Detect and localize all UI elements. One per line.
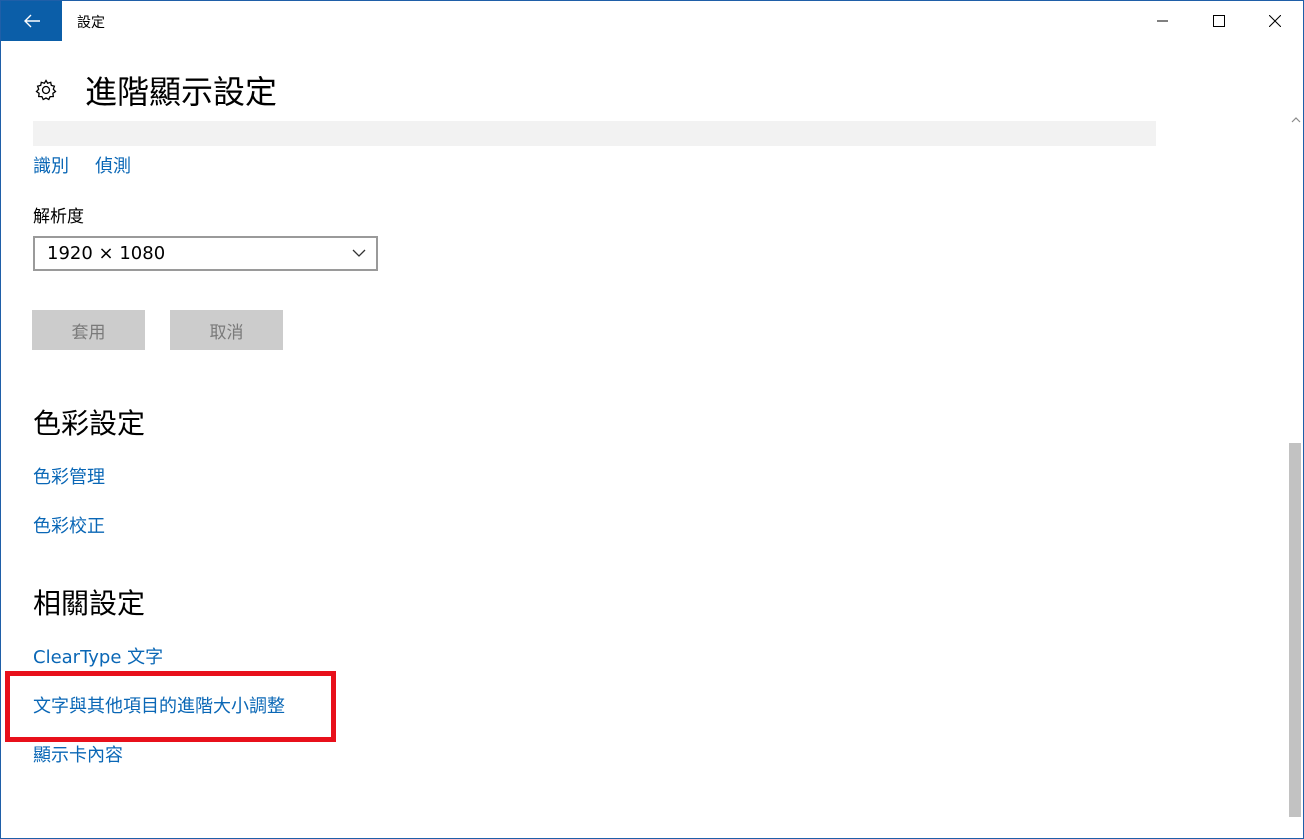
color-settings-heading: 色彩設定 [33,407,146,440]
resolution-label: 解析度 [33,207,84,227]
maximize-icon [1213,15,1225,27]
color-calibration-link[interactable]: 色彩校正 [33,512,105,538]
identify-detect-links: 識別 偵測 [33,152,131,178]
detect-link[interactable]: 偵測 [95,152,131,178]
maximize-button[interactable] [1191,1,1247,41]
cleartype-text-link[interactable]: ClearType 文字 [33,643,163,669]
color-management-link[interactable]: 色彩管理 [33,463,105,489]
back-arrow-icon [23,14,40,28]
identify-link[interactable]: 識別 [33,152,69,178]
resolution-dropdown[interactable]: 1920 × 1080 [33,236,378,271]
gear-icon [33,77,59,103]
title-bar: 設定 [1,1,1303,41]
minimize-icon [1157,20,1168,22]
display-preview-area [33,121,1156,146]
vertical-scrollbar[interactable] [1287,113,1304,825]
display-adapter-properties-link[interactable]: 顯示卡內容 [33,741,123,767]
minimize-button[interactable] [1135,1,1191,41]
close-button[interactable] [1247,1,1303,41]
settings-window: 設定 進階顯示設定 識別 偵測 解析度 1920 × 1080 套用 取消 色彩… [0,0,1304,839]
cancel-button[interactable]: 取消 [170,310,283,350]
related-settings-heading: 相關設定 [33,587,146,620]
back-button[interactable] [1,1,62,41]
app-title: 設定 [77,15,105,31]
apply-button[interactable]: 套用 [32,310,145,350]
page-title: 進階顯示設定 [85,73,278,111]
advanced-sizing-link[interactable]: 文字與其他項目的進階大小調整 [33,692,285,718]
scrollbar-thumb[interactable] [1289,443,1301,817]
close-icon [1269,15,1281,27]
chevron-down-icon [352,249,366,257]
resolution-value: 1920 × 1080 [47,243,166,264]
page-header: 進階顯示設定 [33,67,277,113]
